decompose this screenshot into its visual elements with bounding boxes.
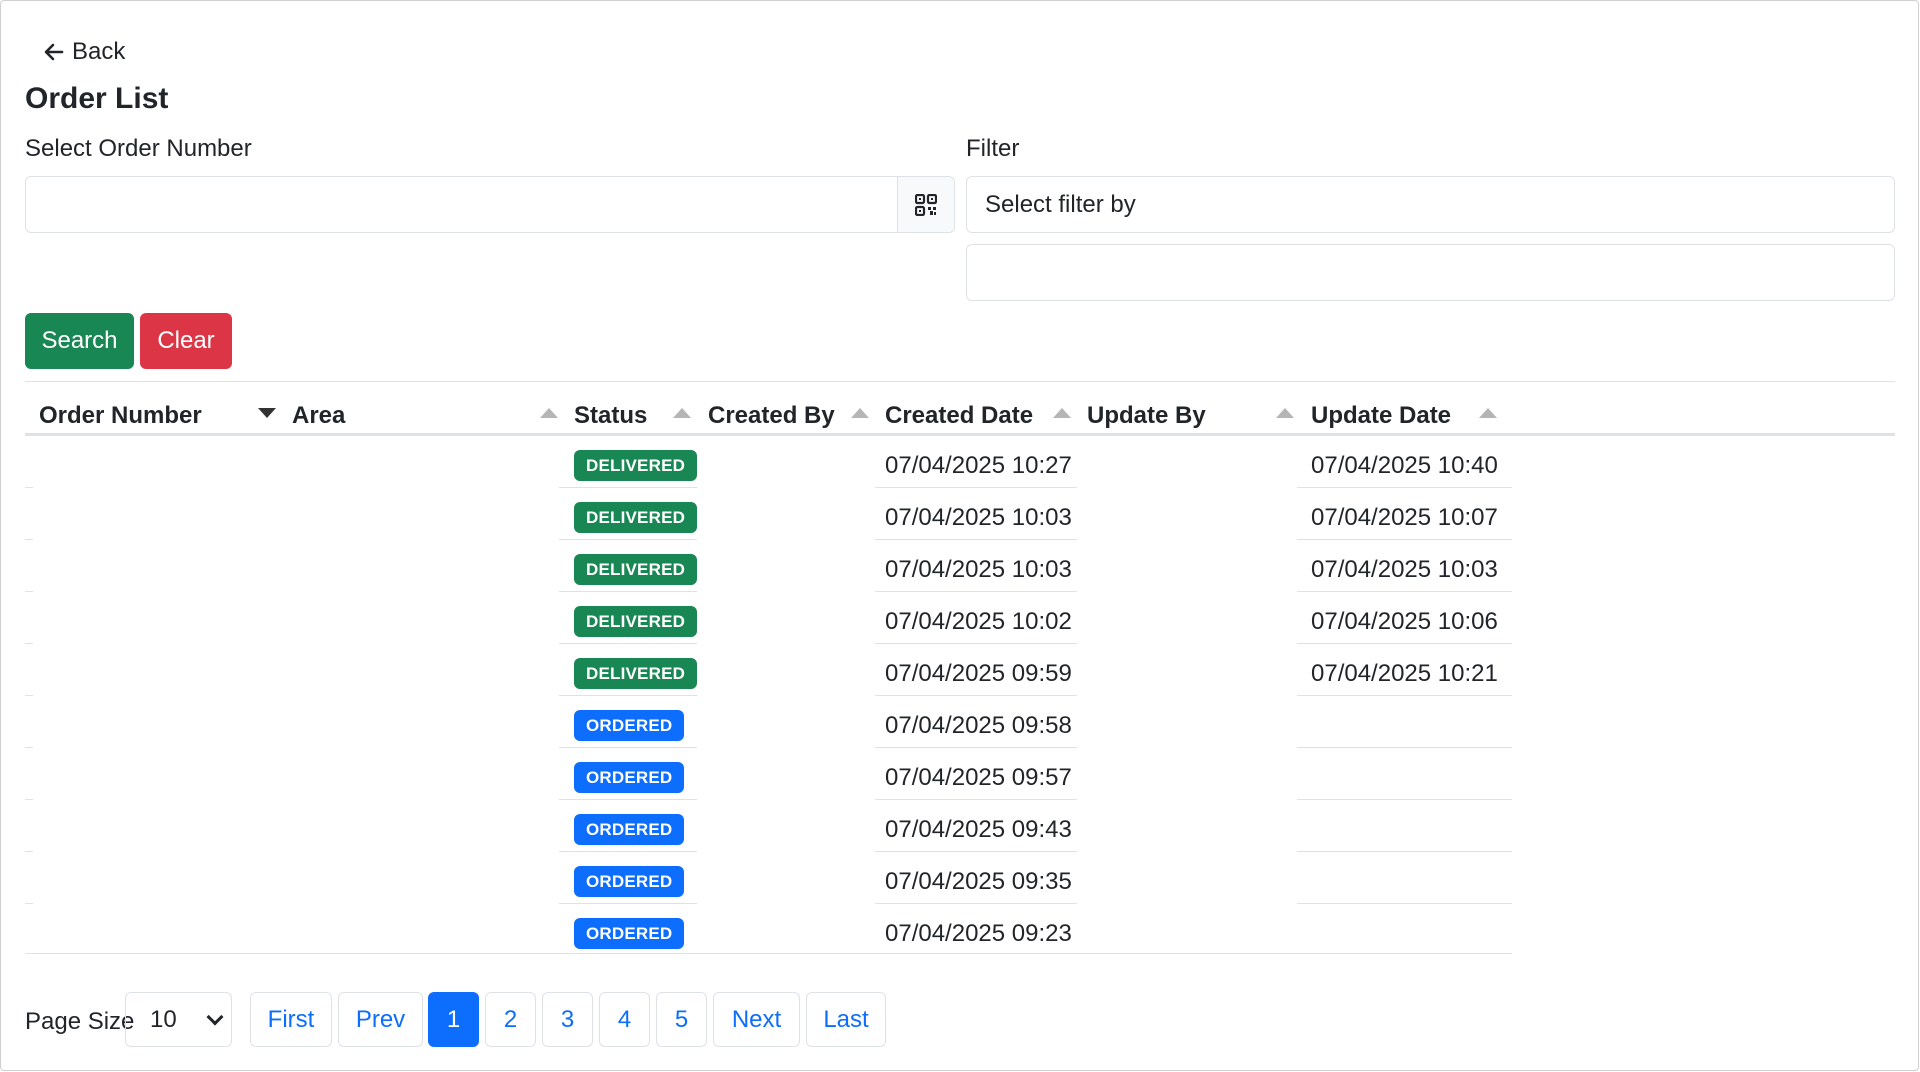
- filter-select[interactable]: Select filter by: [966, 176, 1895, 233]
- caret-up-icon[interactable]: [673, 408, 691, 418]
- status-badge: DELIVERED: [574, 606, 698, 637]
- filter-label: Filter: [966, 135, 1020, 162]
- page-button-3[interactable]: 3: [542, 992, 593, 1047]
- table-row[interactable]: DELIVERED 07/04/2025 09:59 07/04/2025 10…: [25, 644, 1512, 696]
- update-date-cell: 07/04/2025 10:07: [1311, 504, 1498, 531]
- qr-code-icon: [915, 193, 937, 216]
- scan-button[interactable]: [898, 177, 954, 232]
- caret-up-icon[interactable]: [1053, 408, 1071, 418]
- column-header-area[interactable]: Area: [292, 400, 345, 432]
- status-badge: ORDERED: [574, 814, 685, 845]
- first-page-button[interactable]: First: [250, 992, 332, 1047]
- column-header-update-date[interactable]: Update Date: [1311, 400, 1451, 432]
- search-button[interactable]: Search: [25, 313, 134, 369]
- status-badge: DELIVERED: [574, 554, 698, 585]
- next-page-button[interactable]: Next: [713, 992, 800, 1047]
- prev-page-button[interactable]: Prev: [338, 992, 423, 1047]
- update-date-cell: 07/04/2025 10:21: [1311, 660, 1498, 687]
- order-number-input-group: [25, 176, 955, 233]
- chevron-down-icon: [206, 1008, 224, 1026]
- caret-up-icon[interactable]: [540, 408, 558, 418]
- page-button-1[interactable]: 1: [428, 992, 479, 1047]
- table-row[interactable]: DELIVERED 07/04/2025 10:02 07/04/2025 10…: [25, 592, 1512, 644]
- page-title: Order List: [25, 82, 169, 115]
- page-button-5[interactable]: 5: [656, 992, 707, 1047]
- status-badge: ORDERED: [574, 710, 685, 741]
- created-date-cell: 07/04/2025 09:43: [885, 816, 1072, 843]
- back-link[interactable]: Back: [42, 38, 125, 66]
- arrow-left-icon: [44, 43, 64, 61]
- column-header-status[interactable]: Status: [574, 400, 647, 432]
- caret-up-icon[interactable]: [851, 408, 869, 418]
- status-badge: ORDERED: [574, 762, 685, 793]
- table-row[interactable]: ORDERED 07/04/2025 09:35: [25, 852, 1512, 904]
- table-row[interactable]: ORDERED 07/04/2025 09:23: [25, 904, 1512, 956]
- table-row[interactable]: DELIVERED 07/04/2025 10:03 07/04/2025 10…: [25, 540, 1512, 592]
- page-button-4[interactable]: 4: [599, 992, 650, 1047]
- table-row[interactable]: ORDERED 07/04/2025 09:57: [25, 748, 1512, 800]
- created-date-cell: 07/04/2025 10:27: [885, 452, 1072, 479]
- last-page-button[interactable]: Last: [806, 992, 886, 1047]
- created-date-cell: 07/04/2025 09:58: [885, 712, 1072, 739]
- created-date-cell: 07/04/2025 09:59: [885, 660, 1072, 687]
- column-header-created-by[interactable]: Created By: [708, 400, 835, 432]
- status-badge: DELIVERED: [574, 658, 698, 689]
- back-label: Back: [72, 38, 126, 65]
- clear-button[interactable]: Clear: [140, 313, 232, 369]
- update-date-cell: 07/04/2025 10:03: [1311, 556, 1498, 583]
- page-button-2[interactable]: 2: [485, 992, 536, 1047]
- created-date-cell: 07/04/2025 09:57: [885, 764, 1072, 791]
- created-date-cell: 07/04/2025 09:23: [885, 920, 1072, 947]
- caret-down-icon[interactable]: [258, 408, 276, 418]
- column-header-order-number[interactable]: Order Number: [39, 400, 202, 432]
- column-header-update-by[interactable]: Update By: [1087, 400, 1206, 432]
- table-row[interactable]: DELIVERED 07/04/2025 10:03 07/04/2025 10…: [25, 488, 1512, 540]
- update-date-cell: 07/04/2025 10:06: [1311, 608, 1498, 635]
- table-bottom-border: [25, 953, 1512, 954]
- created-date-cell: 07/04/2025 10:03: [885, 504, 1072, 531]
- status-badge: DELIVERED: [574, 502, 698, 533]
- page-size-label: Page Size: [25, 1008, 135, 1035]
- order-number-input[interactable]: [26, 177, 898, 232]
- column-header-created-date[interactable]: Created Date: [885, 400, 1033, 432]
- created-date-cell: 07/04/2025 10:03: [885, 556, 1072, 583]
- created-date-cell: 07/04/2025 10:02: [885, 608, 1072, 635]
- order-number-label: Select Order Number: [25, 135, 252, 162]
- status-badge: ORDERED: [574, 866, 685, 897]
- update-date-cell: 07/04/2025 10:40: [1311, 452, 1498, 479]
- divider: [25, 381, 1895, 382]
- table-row[interactable]: ORDERED 07/04/2025 09:58: [25, 696, 1512, 748]
- page-size-select[interactable]: 10: [125, 992, 232, 1047]
- created-date-cell: 07/04/2025 09:35: [885, 868, 1072, 895]
- table-row[interactable]: DELIVERED 07/04/2025 10:27 07/04/2025 10…: [25, 436, 1512, 488]
- status-badge: DELIVERED: [574, 450, 698, 481]
- caret-up-icon[interactable]: [1479, 408, 1497, 418]
- page-size-value: 10: [150, 1005, 177, 1033]
- table-row[interactable]: ORDERED 07/04/2025 09:43: [25, 800, 1512, 852]
- status-badge: ORDERED: [574, 918, 685, 949]
- filter-value-input[interactable]: [966, 244, 1895, 301]
- caret-up-icon[interactable]: [1276, 408, 1294, 418]
